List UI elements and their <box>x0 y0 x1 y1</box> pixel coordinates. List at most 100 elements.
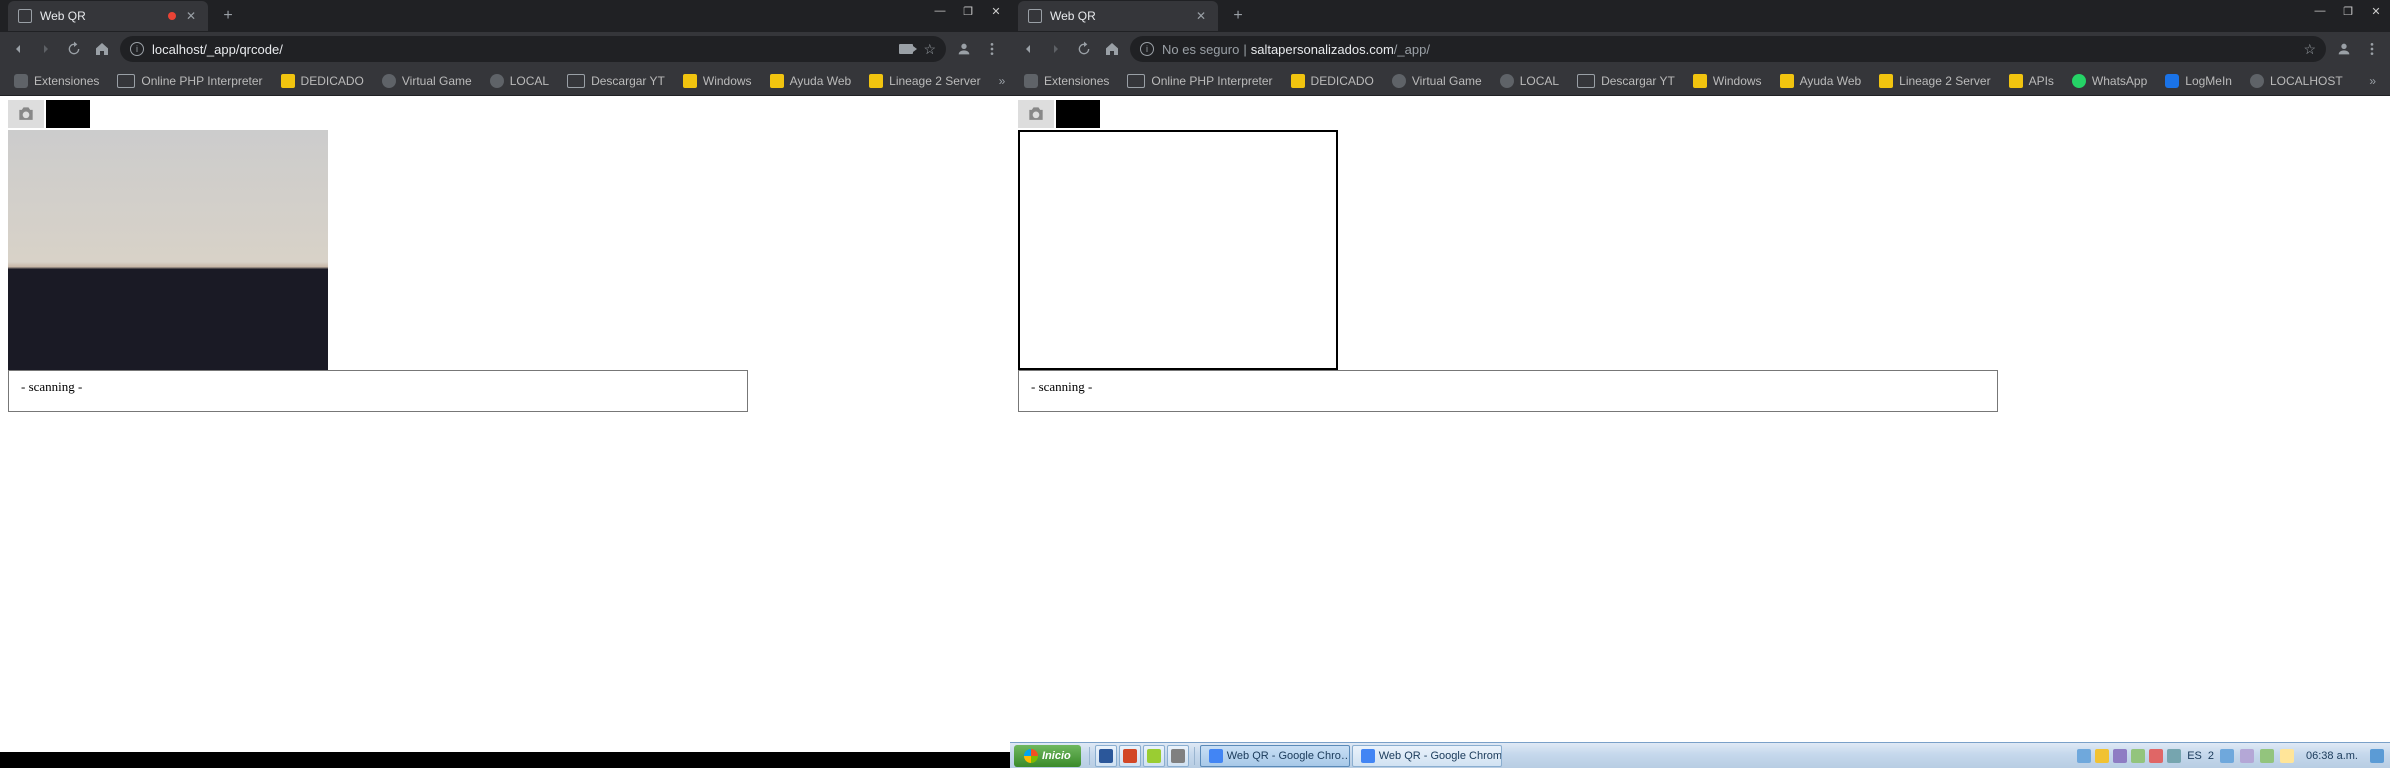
bookmark-item[interactable]: Lineage 2 Server <box>1873 69 1996 93</box>
bookmark-item[interactable]: DEDICADO <box>275 69 370 93</box>
bookmark-item[interactable]: Ayuda Web <box>764 69 858 93</box>
bookmark-label: LOCALHOST <box>2270 74 2343 88</box>
camera-indicator-icon[interactable] <box>899 44 913 54</box>
window-controls: — ❐ ✕ <box>926 0 1010 22</box>
bookmark-item[interactable]: Virtual Game <box>1386 69 1488 93</box>
maximize-button[interactable]: ❐ <box>2334 0 2362 22</box>
bookmark-icon <box>567 74 585 88</box>
bookmark-item[interactable]: Virtual Game <box>376 69 478 93</box>
bookmark-item[interactable]: Descargar YT <box>1571 69 1681 93</box>
bookmark-item[interactable]: WhatsApp <box>2066 69 2153 93</box>
account-icon[interactable] <box>2334 39 2354 59</box>
bookmark-label: Windows <box>1713 74 1762 88</box>
favicon-icon <box>1028 9 1042 23</box>
bookmark-item[interactable]: DEDICADO <box>1285 69 1380 93</box>
quicklaunch-item[interactable] <box>1167 745 1189 767</box>
close-window-button[interactable]: ✕ <box>2362 0 2390 22</box>
new-tab-button[interactable]: + <box>218 6 238 26</box>
taskbar-app-button[interactable]: Web QR - Google Chro… <box>1200 745 1350 767</box>
address-bar[interactable]: i No es seguro | saltapersonalizados.com… <box>1130 36 2326 62</box>
maximize-button[interactable]: ❐ <box>954 0 982 22</box>
menu-button[interactable] <box>982 39 1002 59</box>
site-info-icon[interactable]: i <box>130 42 144 56</box>
photo-mode-button[interactable] <box>8 100 44 128</box>
tray-extra-icon[interactable] <box>2220 749 2234 763</box>
bookmarks-bar: ExtensionesOnline PHP Interpreter DEDICAD… <box>0 66 1010 96</box>
photo-mode-button[interactable] <box>1018 100 1054 128</box>
status-box: - scanning - <box>1018 370 1998 412</box>
reload-button[interactable] <box>64 39 84 59</box>
bookmark-icon <box>1693 74 1707 88</box>
bookmark-star-icon[interactable]: ☆ <box>923 41 936 58</box>
account-icon[interactable] <box>954 39 974 59</box>
language-indicator[interactable]: ES <box>2187 750 2202 762</box>
home-button[interactable] <box>92 39 112 59</box>
tray-extra-icon-4[interactable] <box>2280 749 2294 763</box>
taskbar-clock[interactable]: 06:38 a.m. <box>2300 750 2364 762</box>
reload-button[interactable] <box>1074 39 1094 59</box>
app-icon <box>1361 749 1375 763</box>
app-icon <box>1099 749 1113 763</box>
forward-button[interactable] <box>36 39 56 59</box>
address-bar[interactable]: i localhost/_app/qrcode/ ☆ <box>120 36 946 62</box>
bookmark-label: WhatsApp <box>2092 74 2147 88</box>
bookmark-icon <box>490 74 504 88</box>
tab-close-button[interactable]: ✕ <box>184 9 198 23</box>
tray-icon[interactable] <box>2113 749 2127 763</box>
quicklaunch-item[interactable] <box>1143 745 1165 767</box>
bookmark-item[interactable]: Lineage 2 Server <box>863 69 986 93</box>
bookmark-item[interactable]: Extensiones <box>8 69 105 93</box>
minimize-button[interactable]: — <box>926 0 954 22</box>
bookmark-label: LOCAL <box>1520 74 1559 88</box>
tab-close-button[interactable]: ✕ <box>1194 9 1208 23</box>
tray-extra-icon-3[interactable] <box>2260 749 2274 763</box>
bookmark-item[interactable]: APIs <box>2003 69 2060 93</box>
quicklaunch-item[interactable] <box>1119 745 1141 767</box>
bookmark-item[interactable]: LogMeIn <box>2159 69 2238 93</box>
show-desktop-icon[interactable] <box>2370 749 2384 763</box>
quicklaunch-item[interactable] <box>1095 745 1117 767</box>
bookmark-label: LogMeIn <box>2185 74 2232 88</box>
bookmark-item[interactable]: Extensiones <box>1018 69 1115 93</box>
tray-icon[interactable] <box>2095 749 2109 763</box>
back-button[interactable] <box>8 39 28 59</box>
tray-extra-icon-2[interactable] <box>2240 749 2254 763</box>
tab-webqr[interactable]: Web QR ✕ <box>8 1 208 31</box>
bookmark-item[interactable]: Windows <box>677 69 758 93</box>
bookmark-item[interactable]: LOCALHOST <box>2244 69 2349 93</box>
forward-button[interactable] <box>1046 39 1066 59</box>
tray-icon[interactable] <box>2131 749 2145 763</box>
site-info-icon[interactable]: i <box>1140 42 1154 56</box>
tray-icon[interactable] <box>2077 749 2091 763</box>
bookmark-icon <box>683 74 697 88</box>
bookmark-icon <box>2072 74 2086 88</box>
bookmark-item[interactable]: Ayuda Web <box>1774 69 1868 93</box>
back-button[interactable] <box>1018 39 1038 59</box>
bookmark-item[interactable]: Descargar YT <box>561 69 671 93</box>
bookmark-item[interactable]: Online PHP Interpreter <box>111 69 268 93</box>
recording-icon <box>168 12 176 20</box>
taskbar-app-button[interactable]: Web QR - Google Chrome <box>1352 745 1502 767</box>
minimize-button[interactable]: — <box>2306 0 2334 22</box>
tray-icon[interactable] <box>2149 749 2163 763</box>
bookmark-icon <box>1024 74 1038 88</box>
bookmark-item[interactable]: Online PHP Interpreter <box>1121 69 1278 93</box>
bookmark-star-icon[interactable]: ☆ <box>2303 41 2316 58</box>
bookmark-item[interactable]: Windows <box>1687 69 1768 93</box>
tray-icon[interactable] <box>2167 749 2181 763</box>
tab-strip: Web QR ✕ + — ❐ ✕ <box>1010 0 2390 32</box>
home-button[interactable] <box>1102 39 1122 59</box>
bookmark-item[interactable]: LOCAL <box>484 69 555 93</box>
bookmarks-overflow-button[interactable]: » <box>993 74 1012 88</box>
bookmark-label: Ayuda Web <box>1800 74 1862 88</box>
close-window-button[interactable]: ✕ <box>982 0 1010 22</box>
tab-webqr[interactable]: Web QR ✕ <box>1018 1 1218 31</box>
video-mode-button[interactable] <box>1056 100 1100 128</box>
video-mode-button[interactable] <box>46 100 90 128</box>
bookmark-item[interactable]: LOCAL <box>1494 69 1565 93</box>
start-button[interactable]: Inicio <box>1014 745 1081 767</box>
bookmarks-overflow-button[interactable]: » <box>2363 74 2382 88</box>
bookmark-icon <box>1392 74 1406 88</box>
new-tab-button[interactable]: + <box>1228 6 1248 26</box>
menu-button[interactable] <box>2362 39 2382 59</box>
